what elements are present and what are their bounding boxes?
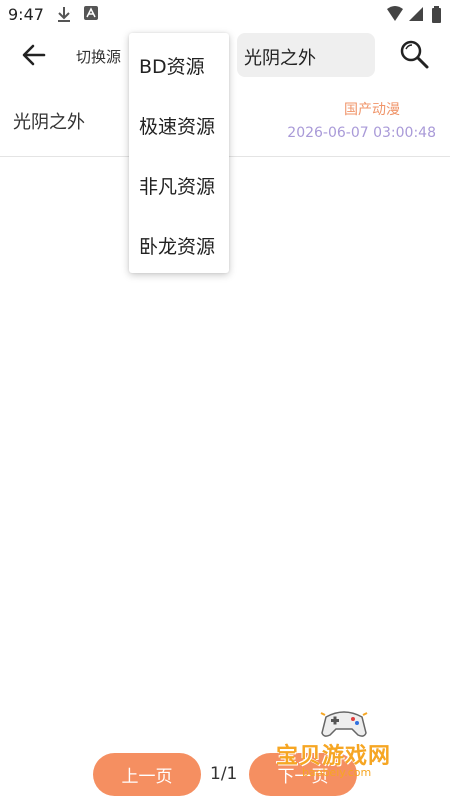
back-arrow-icon[interactable] (18, 38, 52, 72)
signal-icon (409, 7, 423, 21)
search-icon[interactable] (398, 38, 430, 70)
wifi-icon (387, 6, 403, 21)
search-input-value: 光阴之外 (244, 48, 316, 69)
status-time: 9:47 (8, 5, 44, 24)
switch-source-button[interactable]: 切换源 (76, 46, 121, 67)
menu-item-fast-source[interactable]: 极速资源 (139, 112, 215, 139)
menu-item-bd-source[interactable]: BD资源 (139, 52, 205, 79)
app-notification-icon (84, 6, 98, 20)
status-bar: 9:47 (0, 0, 450, 30)
watermark-logo: 宝贝游戏网 baobeiy.com (272, 705, 422, 785)
result-title: 光阴之外 (13, 112, 85, 133)
menu-item-wolong-source[interactable]: 卧龙资源 (139, 232, 215, 259)
source-dropdown-menu: BD资源 极速资源 非凡资源 卧龙资源 (129, 33, 229, 273)
search-input[interactable]: 光阴之外 (237, 33, 375, 77)
watermark-url: baobeiy.com (302, 766, 372, 779)
result-timestamp: 2026-06-07 03:00:48 (287, 125, 436, 141)
gamepad-icon (320, 711, 368, 737)
result-category: 国产动漫 (344, 102, 400, 118)
battery-icon (432, 6, 441, 23)
previous-page-button[interactable]: 上一页 (93, 753, 201, 796)
download-icon (58, 7, 70, 22)
page-indicator: 1/1 (210, 764, 238, 784)
menu-item-feifan-source[interactable]: 非凡资源 (139, 172, 215, 199)
